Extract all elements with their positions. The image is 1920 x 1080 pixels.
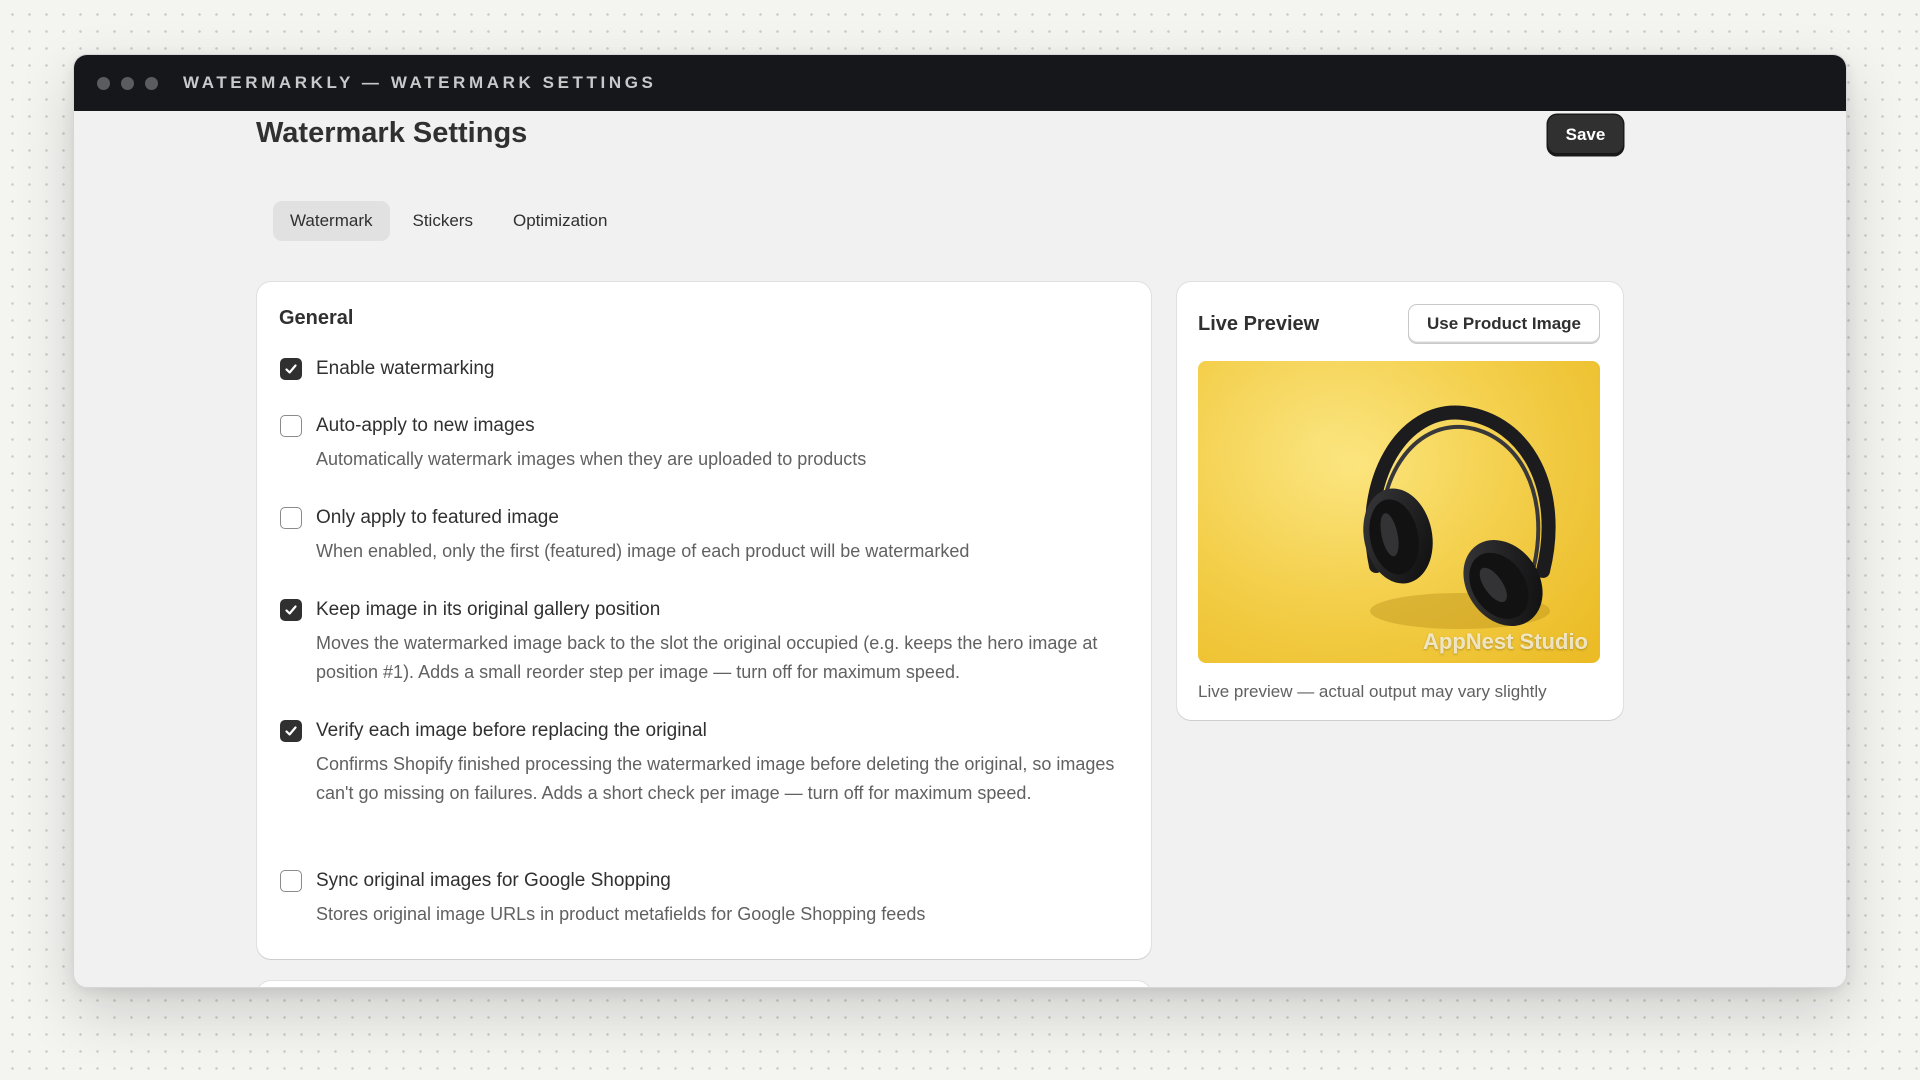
featured-image-only-checkbox[interactable]	[280, 507, 302, 529]
general-heading: General	[279, 307, 354, 329]
checkmark-icon	[285, 364, 297, 374]
featured-image-only-help: When enabled, only the first (featured) …	[316, 541, 970, 561]
auto-apply-checkbox[interactable]	[280, 415, 302, 437]
enable-watermarking-label[interactable]: Enable watermarking	[316, 358, 494, 380]
window-minimize-dot[interactable]	[121, 76, 134, 90]
window-close-dot[interactable]	[97, 76, 110, 90]
auto-apply-label[interactable]: Auto-apply to new images	[316, 415, 535, 437]
use-product-image-button[interactable]: Use Product Image	[1408, 304, 1600, 344]
tab-watermark[interactable]: Watermark	[273, 201, 390, 241]
save-button[interactable]: Save	[1548, 115, 1623, 155]
auto-apply-help: Automatically watermark images when they…	[316, 449, 867, 469]
preview-caption: Live preview — actual output may vary sl…	[1198, 682, 1547, 701]
google-shopping-sync-checkbox[interactable]	[280, 870, 302, 892]
featured-image-only-label[interactable]: Only apply to featured image	[316, 507, 559, 529]
headphones-icon	[1198, 361, 1600, 663]
checkmark-icon	[285, 605, 297, 615]
checkmark-icon	[285, 726, 297, 736]
tab-optimization[interactable]: Optimization	[496, 201, 624, 241]
tab-stickers[interactable]: Stickers	[396, 201, 490, 241]
google-shopping-sync-help: Stores original image URLs in product me…	[316, 904, 926, 924]
verify-before-replace-checkbox[interactable]	[280, 720, 302, 742]
general-settings-card: General Enable watermarking Auto-apply t…	[257, 282, 1151, 959]
live-preview-heading: Live Preview	[1198, 313, 1320, 335]
watermark-text: AppNest Studio	[1423, 629, 1588, 654]
enable-watermarking-checkbox[interactable]	[280, 358, 302, 380]
page-content: Watermark Settings Save Watermark Sticke…	[74, 111, 1846, 987]
verify-before-replace-help: Confirms Shopify finished processing the…	[316, 754, 1115, 803]
window-titlebar: WATERMARKLY — WATERMARK SETTINGS	[74, 55, 1846, 111]
keep-gallery-position-label[interactable]: Keep image in its original gallery posit…	[316, 599, 660, 621]
preview-image: AppNest Studio	[1198, 361, 1600, 663]
google-shopping-sync-label[interactable]: Sync original images for Google Shopping	[316, 870, 671, 892]
verify-before-replace-label[interactable]: Verify each image before replacing the o…	[316, 720, 707, 742]
app-window: WATERMARKLY — WATERMARK SETTINGS Waterma…	[73, 54, 1847, 988]
keep-gallery-position-help: Moves the watermarked image back to the …	[316, 633, 1098, 682]
window-title: WATERMARKLY — WATERMARK SETTINGS	[183, 73, 657, 92]
page-title: Watermark Settings	[256, 117, 528, 149]
live-preview-card: Live Preview Use Product Image AppNest S…	[1177, 282, 1623, 720]
next-settings-card	[257, 981, 1151, 987]
settings-tabs: Watermark Stickers Optimization	[273, 201, 630, 241]
window-zoom-dot[interactable]	[145, 76, 158, 90]
keep-gallery-position-checkbox[interactable]	[280, 599, 302, 621]
